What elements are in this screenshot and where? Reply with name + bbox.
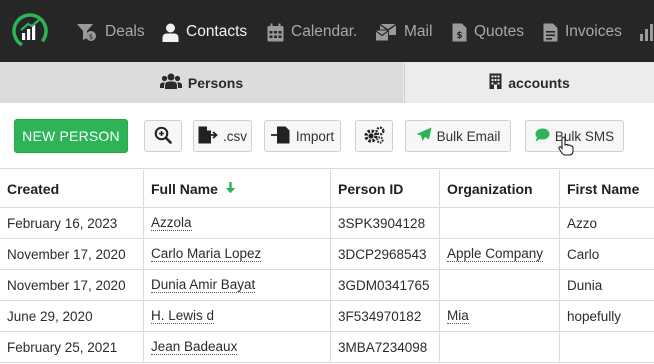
table-row[interactable]: February 25, 2021 Jean Badeaux 3MBA72340…: [0, 332, 654, 363]
hand-cursor-icon: [558, 136, 574, 161]
person-link[interactable]: Jean Badeaux: [151, 339, 238, 355]
cell-full-name: Jean Badeaux: [144, 332, 331, 362]
person-icon: [162, 23, 179, 42]
table-row[interactable]: November 17, 2020 Dunia Amir Bayat 3GDM0…: [0, 270, 654, 301]
bulk-sms-button[interactable]: Bulk SMS: [525, 120, 624, 152]
export-csv-label: .csv: [222, 128, 247, 144]
column-header-full-name[interactable]: Full Name: [144, 170, 331, 207]
top-nav: $ Deals Contacts Calendar. Mail $ Quotes…: [0, 0, 654, 62]
calendar-icon: [267, 23, 284, 42]
cell-person-id: 3F534970182: [331, 301, 440, 331]
cell-created: June 29, 2020: [0, 301, 144, 331]
tab-accounts-label: accounts: [508, 74, 570, 91]
cell-full-name: H. Lewis d: [144, 301, 331, 331]
nav-quotes-label: Quotes: [474, 23, 524, 40]
file-export-icon: [198, 126, 218, 147]
app-logo-icon[interactable]: [12, 13, 48, 49]
nav-calendar[interactable]: Calendar.: [267, 20, 357, 44]
tab-accounts[interactable]: accounts: [404, 62, 654, 103]
table-row[interactable]: November 17, 2020 Carlo Maria Lopez 3DCP…: [0, 239, 654, 270]
bulk-email-label: Bulk Email: [436, 128, 501, 144]
column-header-created[interactable]: Created: [0, 170, 144, 207]
column-header-person-id[interactable]: Person ID: [331, 170, 440, 207]
cell-full-name: Carlo Maria Lopez: [144, 239, 331, 269]
cell-full-name: Azzola: [144, 208, 331, 238]
file-import-icon: [270, 126, 291, 147]
svg-text:$: $: [89, 33, 93, 41]
import-button[interactable]: Import: [264, 120, 341, 152]
cell-person-id: 3GDM0341765: [331, 270, 440, 300]
bulk-email-button[interactable]: Bulk Email: [405, 120, 511, 152]
svg-text:$: $: [456, 31, 462, 41]
new-person-label: NEW PERSON: [22, 128, 120, 144]
tab-persons[interactable]: Persons: [0, 62, 403, 103]
cell-first-name: Dunia: [567, 277, 603, 293]
cell-person-id: 3MBA7234098: [331, 332, 440, 362]
organization-link[interactable]: Apple Company: [447, 246, 544, 262]
nav-contacts-label: Contacts: [186, 23, 248, 40]
tab-persons-label: Persons: [187, 74, 244, 91]
cell-created: November 17, 2020: [0, 239, 144, 269]
bar-chart-icon[interactable]: [640, 20, 654, 44]
cell-organization: [440, 332, 560, 362]
export-csv-button[interactable]: .csv: [193, 120, 252, 152]
nav-mail-label: Mail: [404, 23, 433, 40]
cell-first-name: Azzo: [567, 215, 598, 231]
cell-created: February 25, 2021: [0, 332, 144, 362]
sub-tabs: Persons accounts: [0, 62, 654, 103]
cell-created: February 16, 2023: [0, 208, 144, 238]
cell-first-name: hopefully: [567, 308, 622, 324]
cell-full-name: Dunia Amir Bayat: [144, 270, 331, 300]
cell-created: November 17, 2020: [0, 270, 144, 300]
mail-icon: [375, 23, 397, 42]
cell-organization: Apple Company: [440, 239, 560, 269]
new-person-button[interactable]: NEW PERSON: [14, 119, 128, 153]
person-link[interactable]: Carlo Maria Lopez: [151, 246, 262, 262]
cell-first-name: [560, 332, 654, 362]
users-icon: [159, 73, 182, 92]
cell-organization: [440, 208, 560, 238]
nav-quotes[interactable]: $ Quotes: [452, 20, 524, 44]
nav-invoices[interactable]: Invoices: [543, 20, 622, 44]
paper-plane-icon: [416, 127, 432, 145]
cell-first-name: Carlo: [567, 246, 600, 262]
nav-deals[interactable]: $ Deals: [76, 20, 145, 44]
table-header-row: Created Full Name Person ID Organization…: [0, 170, 654, 208]
cell-person-id: 3DCP2968543: [331, 239, 440, 269]
column-header-organization[interactable]: Organization: [440, 170, 560, 207]
person-link[interactable]: Azzola: [151, 215, 192, 231]
building-icon: [489, 73, 502, 92]
nav-invoices-label: Invoices: [565, 23, 622, 40]
cell-organization: Mia: [440, 301, 560, 331]
nav-calendar-label: Calendar.: [291, 23, 358, 40]
table-row[interactable]: June 29, 2020 H. Lewis d 3F534970182 Mia…: [0, 301, 654, 332]
person-link[interactable]: Dunia Amir Bayat: [151, 277, 256, 293]
nav-deals-label: Deals: [105, 23, 145, 40]
nav-mail[interactable]: Mail: [375, 20, 432, 44]
toolbar: NEW PERSON .csv Import Bulk Email Bulk S: [0, 103, 654, 169]
nav-contacts[interactable]: Contacts: [162, 20, 247, 44]
cell-person-id: 3SPK3904128: [331, 208, 440, 238]
table-row[interactable]: February 16, 2023 Azzola 3SPK3904128 Azz…: [0, 208, 654, 239]
funnel-dollar-icon: $: [76, 22, 98, 42]
person-link[interactable]: H. Lewis d: [151, 308, 215, 324]
quote-document-icon: $: [452, 23, 467, 42]
column-header-first-name[interactable]: First Name: [560, 170, 654, 207]
organization-link[interactable]: Mia: [447, 308, 469, 324]
settings-button[interactable]: [355, 120, 393, 152]
import-label: Import: [295, 128, 335, 144]
chat-bubble-icon: [535, 128, 550, 145]
sort-descending-icon[interactable]: [225, 181, 236, 197]
zoom-button[interactable]: [144, 120, 182, 152]
zoom-in-icon: [154, 126, 172, 147]
cell-organization: [440, 270, 560, 300]
invoice-document-icon: [543, 23, 558, 42]
cogs-icon: [363, 126, 385, 147]
